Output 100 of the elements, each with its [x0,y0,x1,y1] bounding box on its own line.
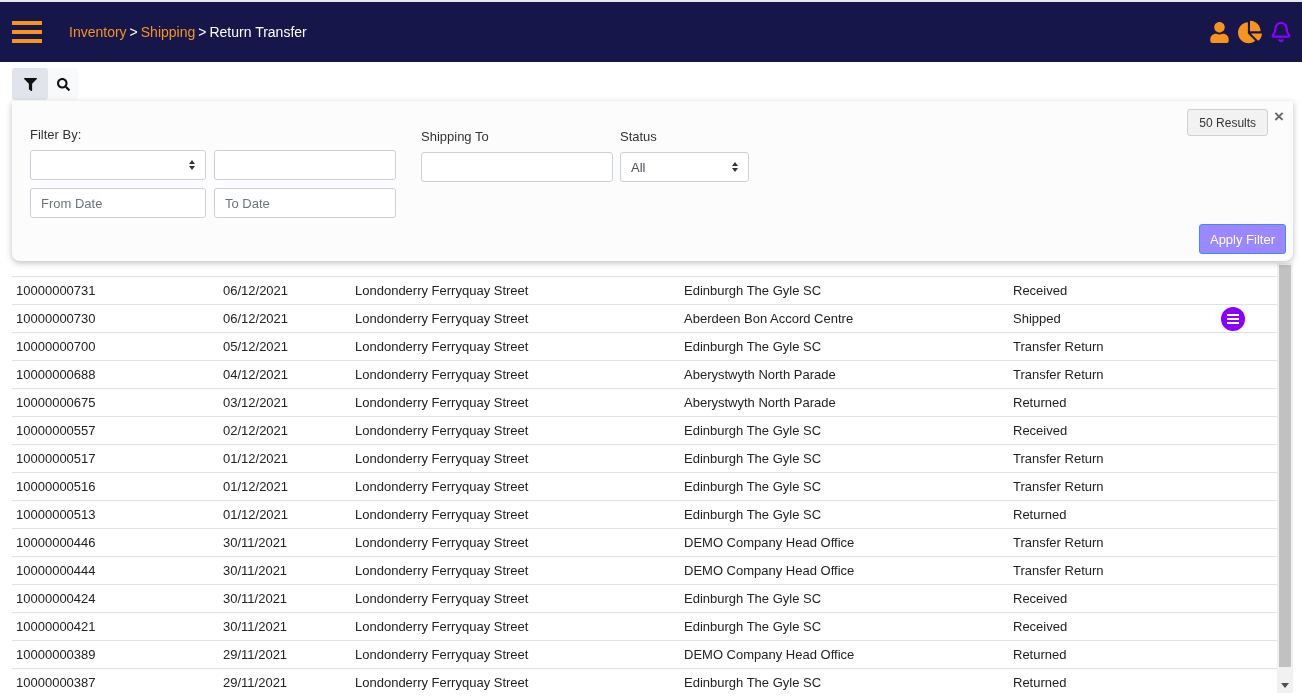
menu-icon[interactable] [12,20,42,44]
transfer-date: 01/12/2021 [223,507,290,522]
shipping-from: Londonderry Ferryquay Street [355,367,530,382]
transfer-date: 29/11/2021 [223,675,289,690]
breadcrumb-current: Return Transfer [209,24,307,40]
filter-button[interactable] [12,68,48,100]
scroll-down-icon[interactable] [1281,683,1289,688]
transfer-number: 10000000421 [16,619,97,634]
shipping-from: Londonderry Ferryquay Street [355,535,530,550]
shipping-to: Edinburgh The Gyle SC [684,675,823,690]
transfer-number: 10000000387 [16,675,97,690]
transfer-date: 06/12/2021 [223,283,290,298]
transfer-date: 02/12/2021 [223,423,290,438]
breadcrumb-link[interactable]: Shipping [140,24,196,40]
filter-by-label: Filter By: [30,126,83,142]
transfer-date: 29/11/2021 [223,647,289,662]
transfer-date: 01/12/2021 [223,451,290,466]
scrollbar-thumb[interactable] [1279,265,1291,667]
transfer-status: Transfer Return [1013,479,1105,494]
transfer-status: Transfer Return [1013,535,1105,550]
select-arrows-icon [189,160,195,170]
transfer-number: 10000000516 [16,479,97,494]
shipping-from: Londonderry Ferryquay Street [355,395,530,410]
transfer-date: 06/12/2021 [223,311,290,326]
transfer-number: 10000000424 [16,591,97,606]
status-label: Status [620,128,658,144]
transfer-number: 10000000517 [16,451,97,466]
shipping-from: Londonderry Ferryquay Street [355,479,530,494]
transfer-date: 04/12/2021 [223,367,290,382]
transfer-number: 10000000513 [16,507,97,522]
transfer-status: Transfer Return [1013,339,1105,354]
transfer-status: Returned [1013,675,1068,690]
filter-value-field[interactable] [214,150,396,180]
shipping-from: Londonderry Ferryquay Street [355,675,530,690]
select-arrows-icon [732,162,738,172]
shipping-to: Edinburgh The Gyle SC [684,451,823,466]
transfer-status: Received [1013,619,1069,634]
transfer-date: 03/12/2021 [223,395,290,410]
shipping-to-label: Shipping To [421,128,490,144]
close-button[interactable]: × [1272,109,1286,125]
shipping-from: Londonderry Ferryquay Street [355,563,530,578]
shipping-to: Edinburgh The Gyle SC [684,619,823,634]
transfer-date: 30/11/2021 [223,591,289,606]
shipping-to: Aberystwyth North Parade [684,367,837,382]
shipping-to: Edinburgh The Gyle SC [684,507,823,522]
shipping-from: Londonderry Ferryquay Street [355,339,530,354]
shipping-to: Edinburgh The Gyle SC [684,591,823,606]
transfer-date: 30/11/2021 [223,619,289,634]
shipping-to-field[interactable] [421,152,613,182]
shipping-from: Londonderry Ferryquay Street [355,283,530,298]
transfer-status: Transfer Return [1013,367,1105,382]
transfer-number: 10000000731 [16,283,97,298]
transfer-number: 10000000444 [16,563,97,578]
transfer-status: Returned [1013,395,1068,410]
transfer-number: 10000000389 [16,647,97,662]
to-date-field[interactable]: To Date [214,188,396,218]
scrollbar[interactable] [1277,263,1293,693]
transfer-status: Transfer Return [1013,451,1105,466]
transfer-status: Transfer Return [1013,563,1105,578]
transfer-number: 10000000688 [16,367,97,382]
from-date-field[interactable]: From Date [30,188,206,218]
results-count-button[interactable]: 50 Results [1187,109,1269,136]
shipping-to: Edinburgh The Gyle SC [684,283,823,298]
shipping-from: Londonderry Ferryquay Street [355,591,530,606]
breadcrumb-separator: > [129,24,138,40]
user-icon[interactable] [1209,21,1230,43]
transfer-status: Received [1013,423,1069,438]
transfer-status: Shipped [1013,311,1062,326]
menu-icon [1227,313,1239,324]
transfer-status: Returned [1013,647,1068,662]
shipping-from: Londonderry Ferryquay Street [355,507,530,522]
transfer-status: Returned [1013,507,1068,522]
transfer-number: 10000000557 [16,423,97,438]
shipping-from: Londonderry Ferryquay Street [355,451,530,466]
pie-chart-icon[interactable] [1238,20,1262,44]
breadcrumb-link[interactable]: Inventory [69,24,127,40]
shipping-to: DEMO Company Head Office [684,647,856,662]
status-select[interactable]: All [620,152,749,182]
shipping-to: Aberdeen Bon Accord Centre [684,311,855,326]
bell-icon[interactable] [1270,21,1292,43]
funnel-icon [23,77,37,91]
transfer-date: 30/11/2021 [223,535,289,550]
transfer-status: Received [1013,591,1069,606]
transfer-number: 10000000730 [16,311,97,326]
breadcrumb-separator: > [198,24,207,40]
shipping-to: DEMO Company Head Office [684,563,856,578]
shipping-to: Edinburgh The Gyle SC [684,423,823,438]
transfer-number: 10000000700 [16,339,97,354]
shipping-to: Edinburgh The Gyle SC [684,339,823,354]
transfer-number: 10000000675 [16,395,97,410]
shipping-from: Londonderry Ferryquay Street [355,423,530,438]
transfer-number: 10000000446 [16,535,97,550]
transfer-date: 05/12/2021 [223,339,290,354]
row-menu-button[interactable] [1221,306,1245,331]
shipping-from: Londonderry Ferryquay Street [355,619,530,634]
transfer-date: 01/12/2021 [223,479,290,494]
search-button[interactable] [48,68,78,100]
shipping-from: Londonderry Ferryquay Street [355,311,530,326]
shipping-to: Aberystwyth North Parade [684,395,837,410]
shipping-to: DEMO Company Head Office [684,535,856,550]
